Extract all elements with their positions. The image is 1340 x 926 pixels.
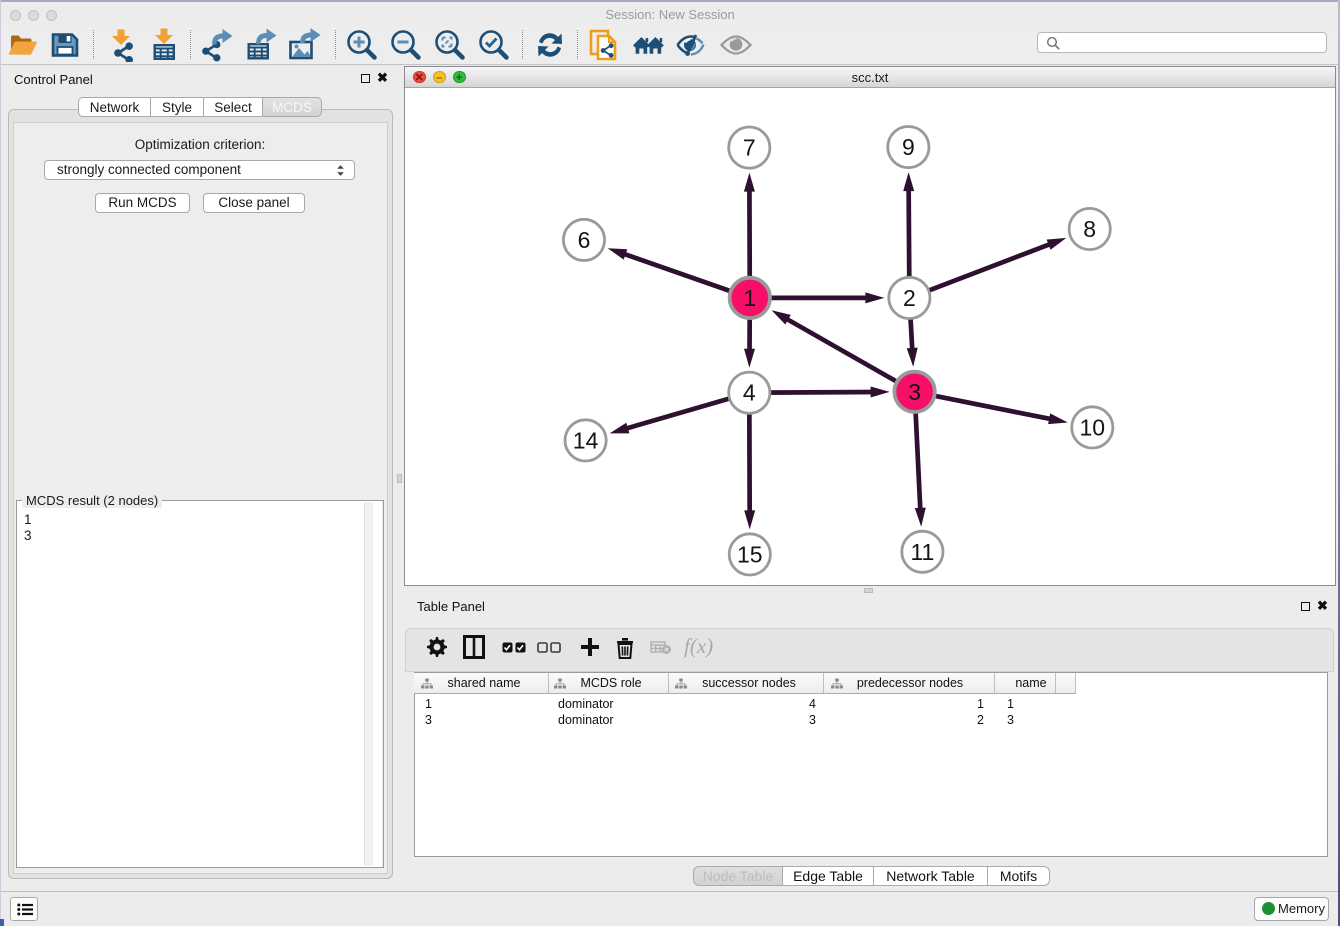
svg-text:1: 1: [743, 285, 756, 311]
svg-text:15: 15: [737, 541, 763, 567]
svg-text:6: 6: [578, 227, 591, 253]
svg-text:3: 3: [908, 379, 921, 405]
svg-text:11: 11: [910, 539, 934, 565]
svg-text:8: 8: [1083, 216, 1096, 242]
svg-text:14: 14: [573, 427, 599, 453]
svg-text:7: 7: [743, 135, 756, 161]
svg-text:10: 10: [1080, 414, 1106, 440]
svg-text:2: 2: [903, 285, 916, 311]
svg-text:9: 9: [902, 134, 915, 160]
svg-text:4: 4: [743, 380, 756, 406]
